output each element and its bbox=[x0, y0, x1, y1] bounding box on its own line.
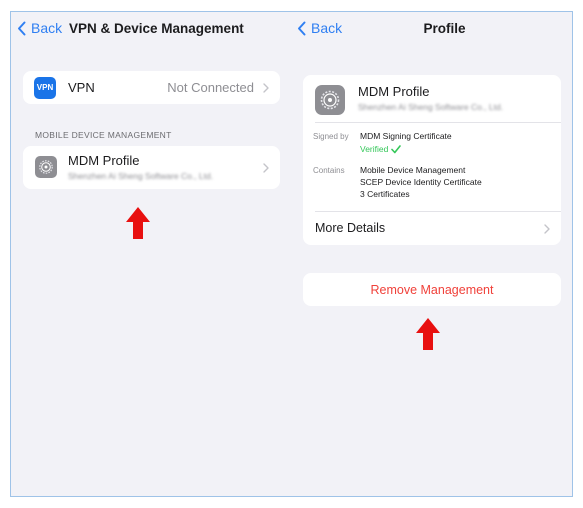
gear-icon bbox=[35, 156, 57, 178]
profile-card: MDM Profile Shenzhen Ai Sheng Software C… bbox=[303, 75, 561, 245]
contains-item: SCEP Device Identity Certificate bbox=[360, 177, 482, 187]
up-arrow-icon bbox=[416, 318, 440, 350]
signed-by-label: Signed by bbox=[313, 132, 349, 141]
contains-label: Contains bbox=[313, 166, 345, 175]
vpn-icon: VPN bbox=[34, 76, 56, 99]
mdm-profile-row[interactable]: MDM Profile Shenzhen Ai Sheng Software C… bbox=[23, 146, 280, 189]
contains-item: 3 Certificates bbox=[360, 189, 410, 199]
profile-subtitle-text: Shenzhen Ai Sheng Software Co., Ltd. bbox=[358, 102, 504, 112]
signed-by-value: MDM Signing Certificate bbox=[360, 131, 452, 141]
chevron-left-icon bbox=[18, 21, 26, 35]
navbar: Back Profile bbox=[291, 18, 574, 40]
gear-icon bbox=[315, 85, 345, 115]
vpn-row[interactable]: VPN VPN Not Connected bbox=[23, 71, 280, 104]
mdm-profile-subtitle: Shenzhen Ai Sheng Software Co., Ltd. bbox=[68, 171, 213, 181]
page-title: VPN & Device Management bbox=[69, 21, 244, 36]
page-title: Profile bbox=[423, 21, 466, 36]
verified-label: Verified bbox=[360, 144, 389, 154]
vpn-device-management-screen: Back VPN & Device Management VPN VPN Not… bbox=[11, 12, 291, 496]
back-button[interactable]: Back bbox=[17, 20, 62, 36]
back-label: Back bbox=[31, 20, 63, 36]
up-arrow-icon bbox=[126, 207, 150, 239]
vpn-label: VPN bbox=[68, 80, 95, 95]
profile-screen: Back Profile MDM Profile Shenzhen Ai She… bbox=[291, 12, 574, 496]
more-details-row[interactable]: More Details bbox=[303, 212, 561, 245]
remove-management-label: Remove Management bbox=[370, 282, 494, 297]
remove-management-button[interactable]: Remove Management bbox=[303, 273, 561, 306]
mdm-profile-subtitle-text: Shenzhen Ai Sheng Software Co., Ltd. bbox=[68, 171, 214, 181]
chevron-right-icon bbox=[263, 82, 269, 93]
verified-status: Verified bbox=[360, 144, 402, 154]
screenshot-frame: Back VPN & Device Management VPN VPN Not… bbox=[10, 11, 573, 497]
vpn-status: Not Connected bbox=[167, 80, 254, 95]
checkmark-icon bbox=[391, 144, 402, 153]
chevron-right-icon bbox=[544, 223, 550, 234]
more-details-label: More Details bbox=[315, 221, 386, 235]
divider bbox=[315, 122, 561, 123]
chevron-right-icon bbox=[263, 162, 269, 173]
contains-item: Mobile Device Management bbox=[360, 165, 466, 175]
profile-title: MDM Profile bbox=[358, 84, 430, 99]
section-header-mdm: MOBILE DEVICE MANAGEMENT bbox=[35, 130, 172, 140]
profile-subtitle: Shenzhen Ai Sheng Software Co., Ltd. bbox=[358, 102, 503, 112]
mdm-profile-title: MDM Profile bbox=[68, 153, 140, 168]
navbar: Back VPN & Device Management bbox=[11, 18, 291, 40]
